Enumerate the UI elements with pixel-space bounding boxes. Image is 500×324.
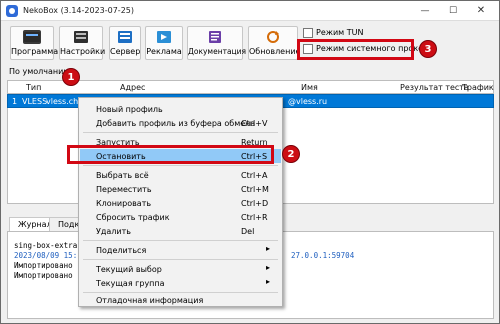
menu-item-label: Клонировать — [96, 199, 152, 208]
menu-item-label: Сбросить трафик — [96, 213, 170, 222]
menu-item-shortcut: Del — [241, 227, 255, 236]
settings-button[interactable]: Настройки — [59, 26, 106, 60]
update-button[interactable]: Обновление — [248, 26, 301, 60]
menu-separator — [83, 259, 278, 260]
log-line-tail: 27.0.0.1:59704 — [291, 251, 355, 260]
tun-mode-checkbox[interactable] — [303, 28, 313, 38]
submenu-arrow-icon: ▸ — [266, 263, 271, 272]
menu-item-label: Выбрать всё — [96, 171, 149, 180]
server-button[interactable]: Сервер — [109, 26, 141, 60]
server-label: Сервер — [110, 47, 141, 56]
documentation-icon — [206, 30, 224, 44]
log-line: Импортировано — [14, 271, 73, 280]
documentation-button[interactable]: Документация — [187, 26, 247, 60]
row-index: 1 — [12, 97, 18, 106]
settings-label: Настройки — [60, 47, 106, 56]
window-title: NekoBox (3.14-2023-07-25) — [23, 6, 134, 15]
annotation-marker-1: 1 — [62, 68, 80, 86]
menu-item-label: Удалить — [96, 227, 131, 236]
update-icon — [264, 30, 282, 44]
maximize-button[interactable]: ☐ — [439, 1, 467, 21]
header-test-result[interactable]: Результат теста — [400, 83, 469, 92]
menu-item-label: Поделиться — [96, 246, 147, 255]
header-address[interactable]: Адрес — [120, 83, 145, 92]
minimize-button[interactable]: — — [411, 1, 439, 21]
update-label: Обновление — [249, 47, 301, 56]
context-menu: Новый профиль Добавить профиль из буфера… — [78, 97, 283, 307]
menu-separator — [83, 165, 278, 166]
highlight-stop-item — [67, 145, 274, 164]
menu-item-shortcut: Ctrl+M — [241, 185, 269, 194]
menu-item-label: Переместить — [96, 185, 152, 194]
menu-item-debug-info[interactable]: Отладочная информация — [80, 293, 281, 307]
menu-separator — [83, 240, 278, 241]
row-name: @vless.ru — [288, 97, 328, 106]
menu-item-current-selection[interactable]: Текущий выбор ▸ — [80, 262, 281, 276]
header-name[interactable]: Имя — [301, 83, 318, 92]
ads-button[interactable]: Реклама — [145, 26, 183, 60]
documentation-label: Документация — [188, 47, 247, 56]
menu-item-shortcut: Ctrl+D — [241, 199, 269, 208]
header-traffic[interactable]: Трафик — [462, 83, 494, 92]
menu-item-share[interactable]: Поделиться ▸ — [80, 243, 281, 257]
server-icon — [116, 30, 134, 44]
menu-item-label: Добавить профиль из буфера обмена — [96, 119, 256, 128]
program-label: Программа — [11, 47, 59, 56]
menu-item-clone[interactable]: Клонировать Ctrl+D — [80, 196, 281, 210]
menu-item-label: Текущая группа — [96, 279, 165, 288]
program-button[interactable]: Программа — [10, 26, 59, 60]
program-icon — [23, 30, 41, 44]
menu-item-current-group[interactable]: Текущая группа ▸ — [80, 276, 281, 290]
app-logo-icon — [6, 5, 18, 17]
submenu-arrow-icon: ▸ — [266, 244, 271, 253]
menu-item-new-profile[interactable]: Новый профиль — [80, 102, 281, 116]
menu-item-label: Отладочная информация — [96, 296, 204, 305]
menu-item-label: Текущий выбор — [96, 265, 162, 274]
menu-item-label: Новый профиль — [96, 105, 163, 114]
row-type: VLESS — [22, 97, 48, 106]
menu-separator — [83, 132, 278, 133]
menu-item-select-all[interactable]: Выбрать всё Ctrl+A — [80, 168, 281, 182]
title-bar: NekoBox (3.14-2023-07-25) — ☐ ✕ — [1, 1, 499, 21]
profile-table-header: Тип Адрес Имя Результат теста Трафик — [7, 80, 494, 94]
log-line: 2023/08/09 15: — [14, 251, 78, 260]
menu-item-shortcut: Ctrl+A — [241, 171, 268, 180]
menu-item-move[interactable]: Переместить Ctrl+M — [80, 182, 281, 196]
menu-item-shortcut: Ctrl+V — [241, 119, 268, 128]
row-address: vless.ch — [46, 97, 79, 106]
close-button[interactable]: ✕ — [467, 1, 495, 21]
menu-item-reset-traffic[interactable]: Сбросить трафик Ctrl+R — [80, 210, 281, 224]
header-type[interactable]: Тип — [26, 83, 41, 92]
settings-icon — [72, 30, 90, 44]
annotation-marker-2: 2 — [282, 145, 300, 163]
annotation-marker-3: 3 — [419, 40, 437, 58]
log-line: sing-box-extra — [14, 241, 78, 250]
ads-label: Реклама — [146, 47, 182, 56]
menu-item-delete[interactable]: Удалить Del — [80, 224, 281, 238]
tun-mode-label: Режим TUN — [316, 28, 364, 37]
group-tab-default[interactable]: По умолчанию — [9, 67, 70, 76]
highlight-system-proxy — [297, 39, 414, 60]
submenu-arrow-icon: ▸ — [266, 277, 271, 286]
log-line: Импортировано — [14, 261, 73, 270]
menu-item-shortcut: Ctrl+R — [241, 213, 268, 222]
menu-item-add-from-clipboard[interactable]: Добавить профиль из буфера обмена Ctrl+V — [80, 116, 281, 130]
nekobox-window: NekoBox (3.14-2023-07-25) — ☐ ✕ Программ… — [0, 0, 500, 324]
ads-icon — [155, 30, 173, 44]
